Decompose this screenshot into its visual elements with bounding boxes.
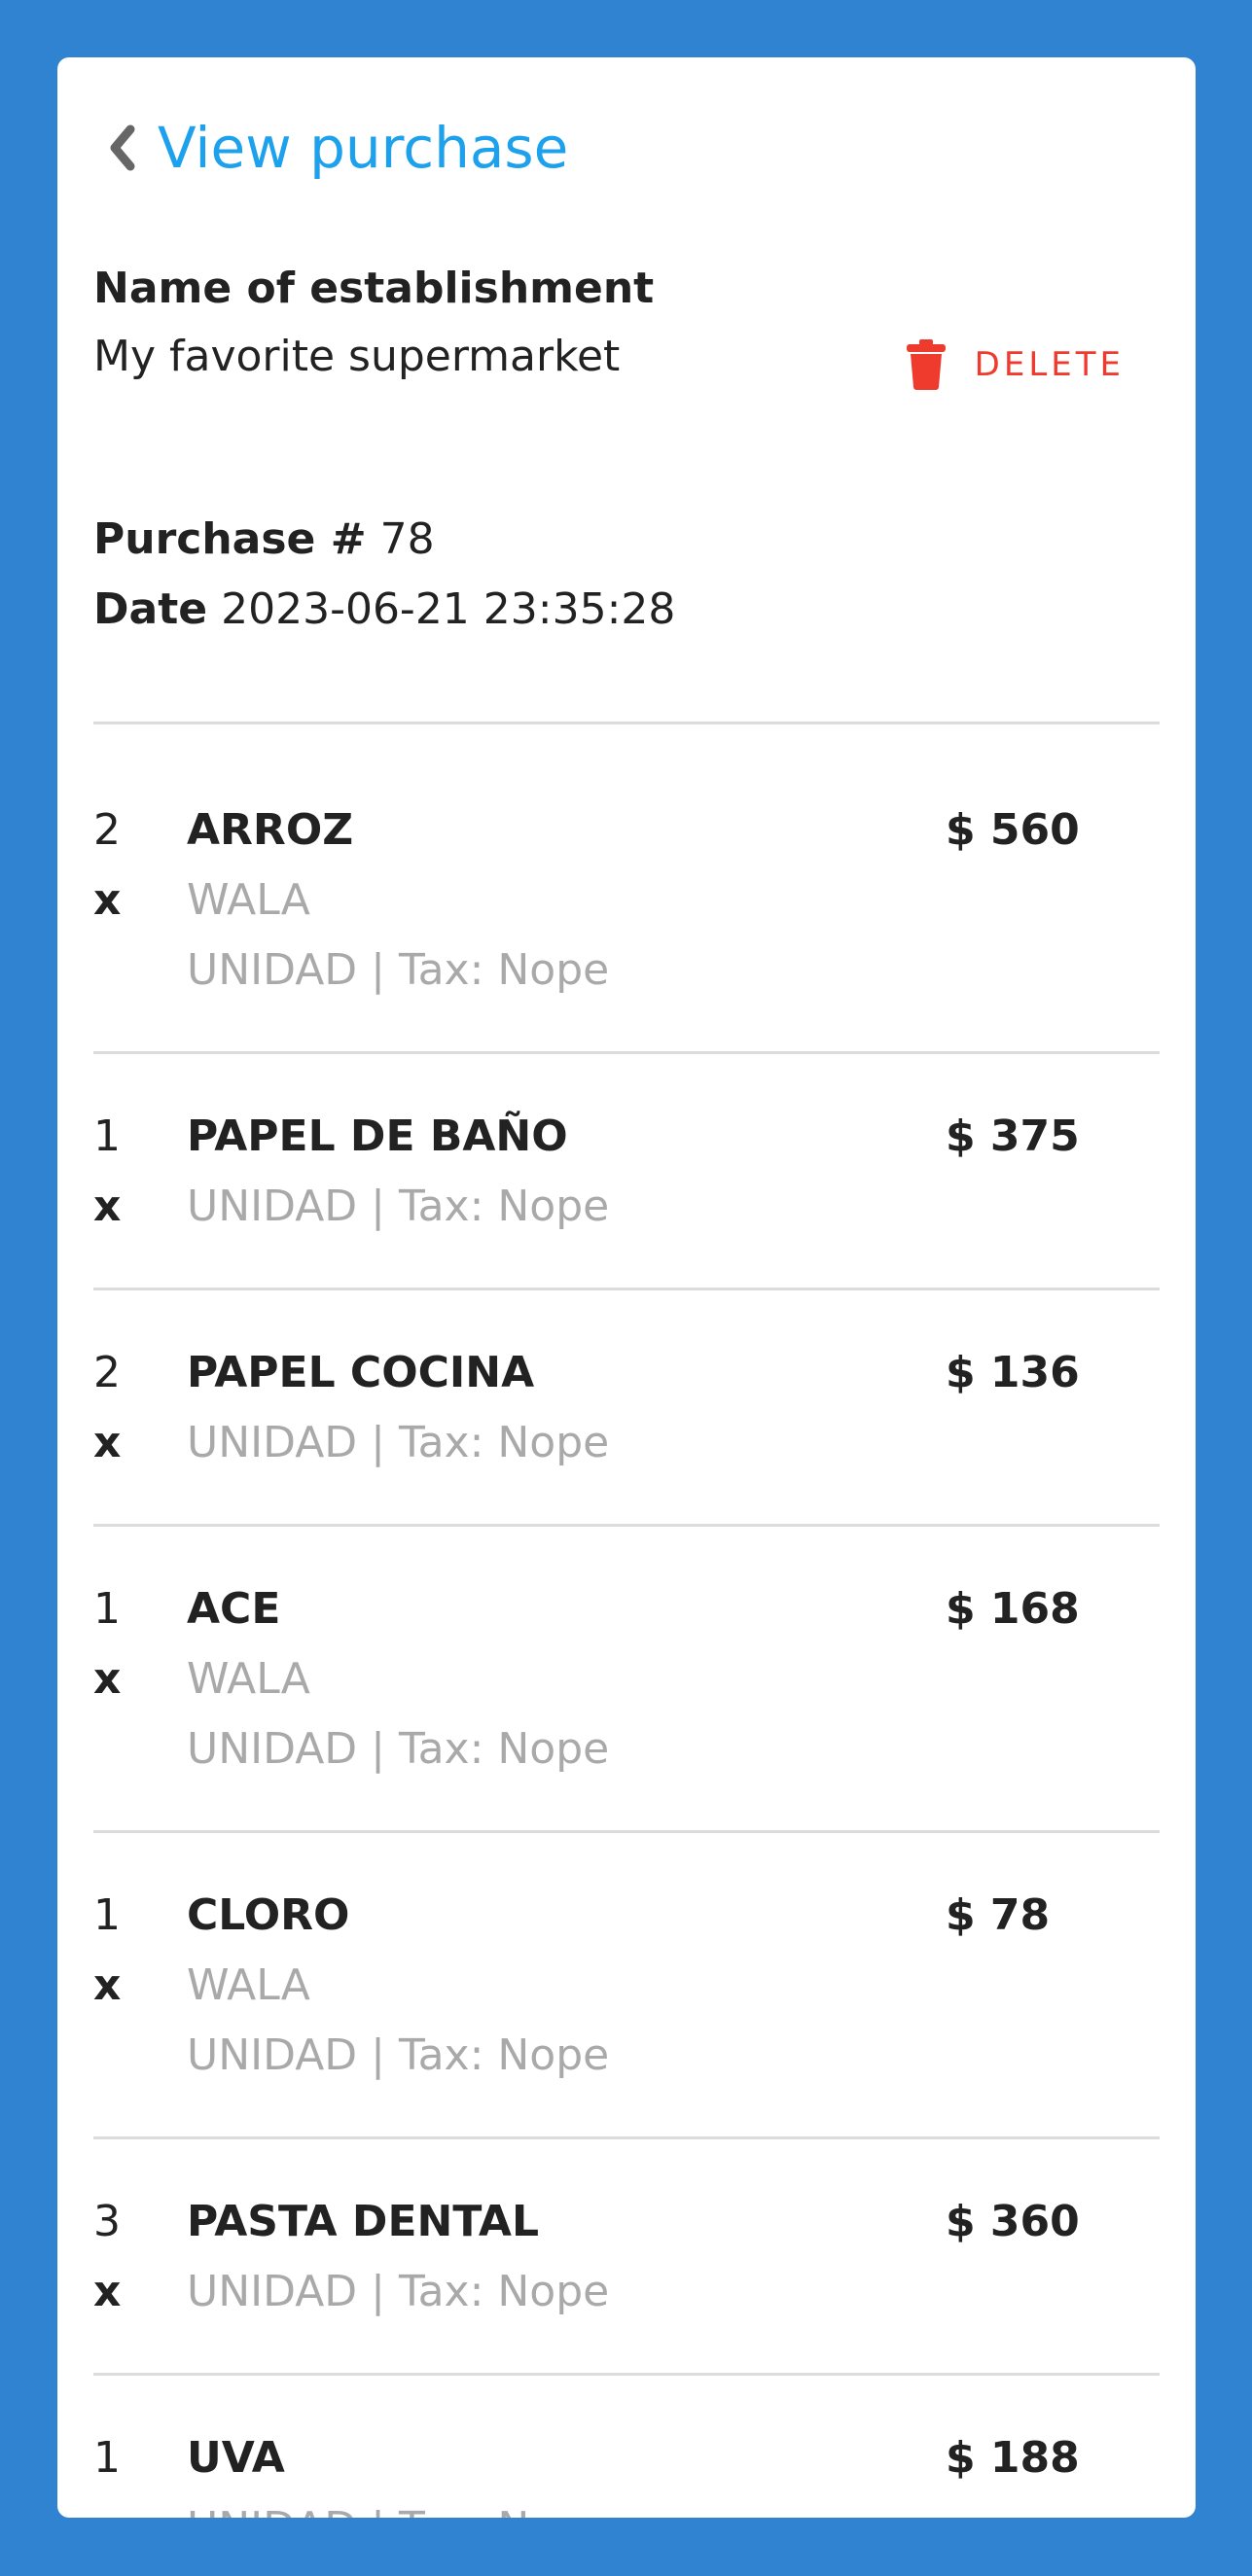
purchase-number-line: Purchase # 78 xyxy=(93,514,435,564)
divider xyxy=(93,2373,1160,2376)
item-price: $ 375 xyxy=(946,1112,1080,1161)
divider xyxy=(93,1524,1160,1527)
purchase-card: View purchase Name of establishment My f… xyxy=(57,57,1196,2518)
item-details: PAPEL COCINA UNIDAD | Tax: Nope xyxy=(187,1338,965,1478)
item-detail: UNIDAD | Tax: Nope xyxy=(187,1418,610,1467)
purchase-number-label: Purchase # xyxy=(93,514,367,564)
purchase-date-label: Date xyxy=(93,584,208,634)
divider xyxy=(93,1288,1160,1290)
divider xyxy=(93,1830,1160,1833)
delete-button[interactable]: DELETE xyxy=(906,339,1125,390)
establishment-name: My favorite supermarket xyxy=(93,332,621,381)
item-name: CLORO xyxy=(187,1890,350,1940)
item-detail: UNIDAD | Tax: Nope xyxy=(187,1182,610,1231)
item-quantity: 3x xyxy=(93,2197,122,2316)
divider xyxy=(93,2136,1160,2139)
item-details: ARROZ WALA UNIDAD | Tax: Nope xyxy=(187,795,965,1006)
chevron-left-icon xyxy=(110,124,135,171)
back-link[interactable]: View purchase xyxy=(103,104,568,192)
item-name: PAPEL COCINA xyxy=(187,1348,535,1397)
item-brand: WALA xyxy=(187,875,310,925)
item-price: $ 188 xyxy=(946,2433,1080,2483)
delete-label: DELETE xyxy=(974,345,1125,384)
item-detail: UNIDAD | Tax: Nope xyxy=(187,2030,610,2080)
item-quantity: 2x xyxy=(93,1348,122,1467)
divider xyxy=(93,722,1160,724)
item-quantity: 1x xyxy=(93,1112,122,1231)
item-brand: WALA xyxy=(187,1960,310,2010)
item-details: UVA UNIDAD | Tax: Nope xyxy=(187,2423,965,2518)
item-name: PAPEL DE BAÑO xyxy=(187,1112,568,1161)
item-name: PASTA DENTAL xyxy=(187,2197,540,2246)
item-quantity: 2x xyxy=(93,805,122,925)
item-detail: UNIDAD | Tax: Nope xyxy=(187,1724,610,1774)
item-brand: WALA xyxy=(187,1654,310,1704)
item-price: $ 360 xyxy=(946,2197,1080,2246)
item-name: ARROZ xyxy=(187,805,354,855)
item-details: PAPEL DE BAÑO UNIDAD | Tax: Nope xyxy=(187,1102,965,1242)
item-detail: UNIDAD | Tax: Nope xyxy=(187,2493,965,2518)
item-detail: UNIDAD | Tax: Nope xyxy=(187,945,610,995)
page-title: View purchase xyxy=(158,115,569,181)
item-details: CLORO WALA UNIDAD | Tax: Nope xyxy=(187,1881,965,2091)
item-quantity: 1x xyxy=(93,1890,122,2010)
item-name: ACE xyxy=(187,1584,281,1634)
purchase-date-line: Date 2023-06-21 23:35:28 xyxy=(93,584,675,634)
card-content: View purchase Name of establishment My f… xyxy=(93,57,1160,2518)
establishment-label: Name of establishment xyxy=(93,264,655,313)
item-price: $ 560 xyxy=(946,805,1080,855)
item-quantity: 1x xyxy=(93,2433,121,2518)
item-detail: UNIDAD | Tax: Nope xyxy=(187,2267,610,2316)
item-price: $ 136 xyxy=(946,1348,1080,1397)
item-details: PASTA DENTAL UNIDAD | Tax: Nope xyxy=(187,2187,965,2327)
item-price: $ 78 xyxy=(946,1890,1051,1940)
item-name: UVA xyxy=(187,2433,285,2483)
purchase-date: 2023-06-21 23:35:28 xyxy=(221,584,676,634)
purchase-number: 78 xyxy=(379,514,435,564)
item-details: ACE WALA UNIDAD | Tax: Nope xyxy=(187,1574,965,1784)
divider xyxy=(93,1051,1160,1054)
item-price: $ 168 xyxy=(946,1584,1080,1634)
item-quantity: 1x xyxy=(93,1584,122,1704)
trash-icon xyxy=(906,339,946,390)
